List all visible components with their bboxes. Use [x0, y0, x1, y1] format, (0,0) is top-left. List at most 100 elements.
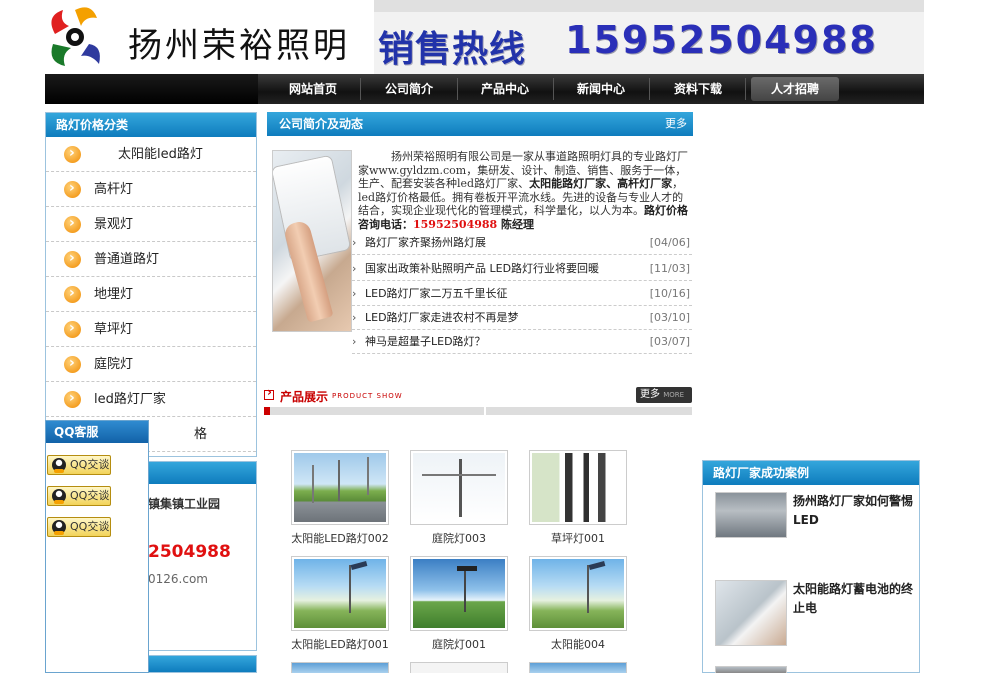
qq-penguin-icon: [52, 489, 66, 504]
qq-chat-label: QQ交谈: [70, 489, 110, 502]
news-item[interactable]: › 神马是超量子LED路灯？ [03/07]: [352, 329, 692, 354]
nav-item-products[interactable]: 产品中心: [462, 77, 548, 101]
product-thumbnail[interactable]: [529, 450, 627, 525]
intro-more-link[interactable]: 更多: [665, 112, 687, 136]
nav-item-careers[interactable]: 人才招聘: [751, 77, 839, 101]
site-header: 扬州荣裕照明 销售热线 15952504988: [0, 0, 1000, 74]
news-title[interactable]: LED路灯厂家二万五千里长征: [365, 281, 508, 306]
case-thumbnail[interactable]: [715, 492, 787, 538]
contact-phone: 2504988: [148, 542, 231, 562]
nav-item-news[interactable]: 新闻中心: [558, 77, 644, 101]
product-caption[interactable]: 草坪灯001: [529, 530, 627, 546]
category-label[interactable]: 普通道路灯: [94, 242, 159, 277]
category-item[interactable]: 草坪灯: [46, 311, 256, 347]
news-title[interactable]: 国家出政策补贴照明产品 LED路灯行业将要回暖: [365, 256, 599, 281]
product-more-button[interactable]: 更多 MORE: [636, 387, 692, 403]
category-label[interactable]: 草坪灯: [94, 312, 133, 347]
qq-chat-button[interactable]: QQ交谈: [47, 486, 111, 506]
qq-penguin-icon: [52, 458, 66, 473]
product-card[interactable]: 庭院灯003: [410, 450, 508, 546]
site-name: 扬州荣裕照明: [128, 26, 350, 66]
intro-paragraph: 扬州荣裕照明有限公司是一家从事道路照明灯具的专业路灯厂家www.gyldzm.c…: [358, 150, 688, 231]
qq-service-panel: QQ客服 QQ交谈 QQ交谈 QQ交谈: [45, 420, 149, 673]
case-thumbnail[interactable]: [715, 666, 787, 673]
nav-separator: [649, 78, 650, 100]
qq-chat-button[interactable]: QQ交谈: [47, 455, 111, 475]
qq-penguin-icon: [52, 520, 66, 535]
nav-item-about[interactable]: 公司简介: [366, 77, 452, 101]
product-thumbnail[interactable]: [410, 662, 508, 673]
news-item[interactable]: › 国家出政策补贴照明产品 LED路灯行业将要回暖 [11/03]: [352, 256, 692, 281]
product-caption[interactable]: 太阳能004: [529, 636, 627, 652]
category-label[interactable]: 地埋灯: [94, 277, 133, 312]
product-caption[interactable]: 庭院灯003: [410, 530, 508, 546]
qq-panel-title: QQ客服: [46, 421, 148, 443]
product-caption[interactable]: 太阳能LED路灯002: [291, 530, 389, 546]
news-item[interactable]: › LED路灯厂家二万五千里长征 [10/16]: [352, 281, 692, 306]
category-item[interactable]: led路灯厂家: [46, 381, 256, 417]
case-title[interactable]: 太阳能路灯蓄电池的终止电: [793, 580, 918, 618]
category-item[interactable]: 景观灯: [46, 206, 256, 242]
qq-chat-button[interactable]: QQ交谈: [47, 517, 111, 537]
lawn-lamp-image: [532, 453, 624, 522]
category-label[interactable]: 太阳能led路灯: [118, 137, 203, 172]
nav-separator: [745, 78, 746, 100]
case-thumbnail[interactable]: [715, 580, 787, 646]
product-card[interactable]: 太阳能LED路灯001: [291, 556, 389, 652]
arrow-bullet-icon: [64, 171, 81, 206]
product-thumbnail[interactable]: [410, 450, 508, 525]
intro-panel-title: 公司简介及动态 更多: [267, 112, 693, 136]
nav-item-home[interactable]: 网站首页: [270, 77, 356, 101]
road-image: [294, 453, 386, 522]
product-card[interactable]: 草坪灯001: [529, 450, 627, 546]
product-card[interactable]: 太阳能004: [529, 556, 627, 652]
section-arrow-icon: [264, 385, 274, 400]
product-caption[interactable]: 庭院灯001: [410, 636, 508, 652]
news-title[interactable]: LED路灯厂家走进农村不再是梦: [365, 305, 519, 330]
arrow-bullet-icon: [64, 276, 81, 311]
product-section-title: 产品展示: [280, 390, 329, 404]
product-section-divider: [264, 407, 692, 415]
category-label[interactable]: 高杆灯: [94, 172, 133, 207]
category-label[interactable]: 格: [194, 417, 207, 452]
nav-separator: [553, 78, 554, 100]
product-thumbnail[interactable]: [291, 450, 389, 525]
news-title[interactable]: 神马是超量子LED路灯？: [365, 329, 486, 354]
product-thumbnail[interactable]: [529, 556, 627, 631]
case-title[interactable]: 扬州路灯厂家如何警惕LED: [793, 492, 918, 530]
road-image: [294, 559, 386, 628]
category-item[interactable]: 普通道路灯: [46, 241, 256, 277]
category-label[interactable]: led路灯厂家: [94, 382, 166, 417]
nav-separator: [360, 78, 361, 100]
product-card[interactable]: 庭院灯001: [410, 556, 508, 652]
nav-item-downloads[interactable]: 资料下载: [655, 77, 741, 101]
product-section-subtitle: PRODUCT SHOW: [332, 392, 403, 400]
news-date: [10/16]: [649, 287, 690, 300]
product-card[interactable]: 太阳能LED路灯002: [291, 450, 389, 546]
chevron-right-icon: ›: [352, 335, 357, 348]
category-item[interactable]: 庭院灯: [46, 346, 256, 382]
news-item[interactable]: › 路灯厂家齐聚扬州路灯展 [04/06]: [352, 230, 692, 255]
hotline-number: 15952504988: [565, 18, 878, 62]
hotline-strip: [374, 0, 924, 12]
category-panel: 路灯价格分类 太阳能led路灯 高杆灯 景观灯 普通道路灯 地埋灯 草坪灯 庭院…: [45, 112, 257, 457]
product-thumbnail[interactable]: [529, 662, 627, 673]
category-item[interactable]: 地埋灯: [46, 276, 256, 312]
cases-panel-title: 路灯厂家成功案例: [703, 461, 919, 485]
product-caption[interactable]: 太阳能LED路灯001: [291, 636, 389, 652]
category-item[interactable]: 太阳能led路灯: [46, 136, 256, 172]
category-label[interactable]: 庭院灯: [94, 347, 133, 382]
category-item[interactable]: 高杆灯: [46, 171, 256, 207]
product-thumbnail[interactable]: [410, 556, 508, 631]
news-item[interactable]: › LED路灯厂家走进农村不再是梦 [03/10]: [352, 305, 692, 330]
news-title[interactable]: 路灯厂家齐聚扬州路灯展: [365, 230, 486, 255]
arrow-bullet-icon: [64, 136, 81, 171]
arrow-bullet-icon: [64, 346, 81, 381]
product-thumbnail[interactable]: [291, 556, 389, 631]
courtyard-lamp-image: [413, 559, 505, 628]
category-label[interactable]: 景观灯: [94, 207, 133, 242]
arrow-bullet-icon: [64, 381, 81, 416]
news-date: [04/06]: [649, 236, 690, 249]
product-thumbnail[interactable]: [291, 662, 389, 673]
company-logo: [51, 7, 100, 66]
